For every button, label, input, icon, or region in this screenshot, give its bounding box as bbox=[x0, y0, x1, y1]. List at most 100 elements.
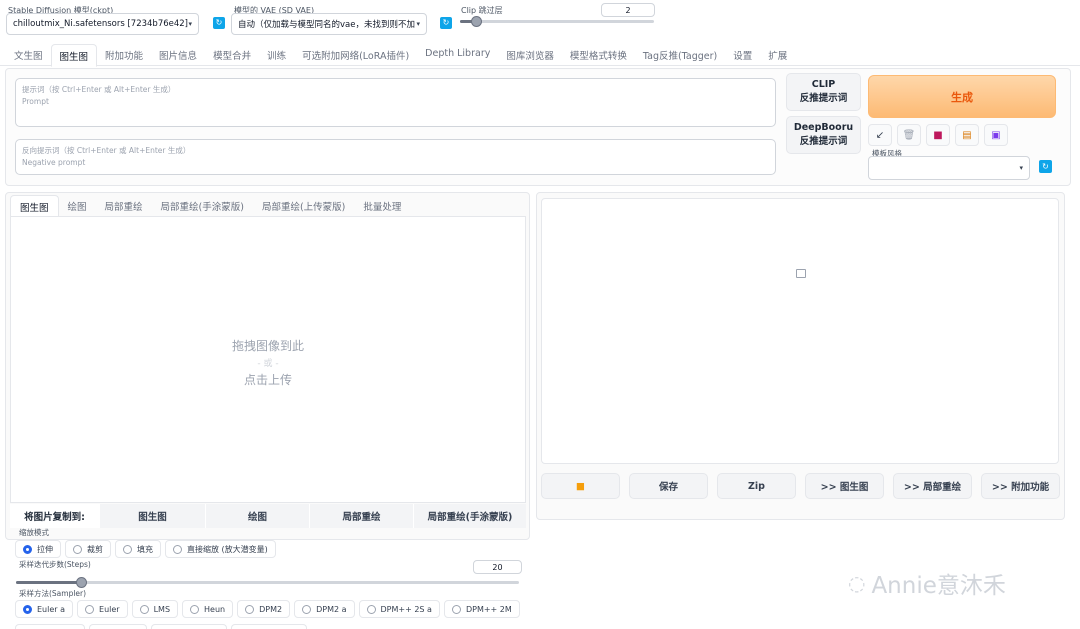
chevron-down-icon: ▾ bbox=[188, 20, 192, 28]
main-tab[interactable]: 可选附加网络(LoRA插件) bbox=[294, 44, 417, 66]
ckpt-value: chilloutmix_Ni.safetensors [7234b76e42] bbox=[13, 19, 188, 29]
clip-skip-slider[interactable] bbox=[460, 16, 654, 27]
send-to-img2img-button[interactable]: >> 图生图 bbox=[805, 473, 884, 499]
save-output-button[interactable]: 保存 bbox=[629, 473, 708, 499]
image-placeholder-icon bbox=[796, 269, 806, 278]
resize-mode-option[interactable]: 填充 bbox=[115, 540, 161, 558]
sampler-option-label: LMS bbox=[153, 604, 171, 614]
main-tab[interactable]: 文生图 bbox=[6, 44, 51, 66]
style-select[interactable]: ▾ bbox=[868, 156, 1030, 180]
main-tab[interactable]: 扩展 bbox=[760, 44, 795, 66]
output-gallery[interactable] bbox=[541, 198, 1059, 464]
radio-icon bbox=[123, 544, 132, 554]
arrow-icon[interactable]: ↙ bbox=[868, 124, 892, 146]
steps-slider[interactable] bbox=[16, 577, 519, 588]
sampler-option-partial[interactable] bbox=[89, 624, 147, 629]
sampler-option-partial[interactable] bbox=[231, 624, 307, 629]
sub-tab[interactable]: 局部重绘 bbox=[96, 195, 152, 217]
resize-mode-option[interactable]: 直接缩放 (放大潜变量) bbox=[165, 540, 276, 558]
generate-button[interactable]: 生成 bbox=[868, 75, 1056, 118]
main-tab[interactable]: 图片信息 bbox=[151, 44, 205, 66]
copy-to-inpaint-button[interactable]: 局部重绘 bbox=[310, 504, 414, 528]
resize-mode-option-label: 裁剪 bbox=[87, 544, 103, 554]
deepbooru-line1: DeepBooru bbox=[793, 122, 854, 133]
steps-label: 采样迭代步数(Steps) bbox=[19, 560, 91, 569]
steps-thumb[interactable] bbox=[76, 577, 87, 588]
zip-button[interactable]: Zip bbox=[717, 473, 796, 499]
prompt-input[interactable]: 提示词（按 Ctrl+Enter 或 Alt+Enter 生成） Prompt bbox=[15, 78, 776, 127]
save-icon[interactable]: ▣ bbox=[984, 124, 1008, 146]
main-tab[interactable]: 附加功能 bbox=[97, 44, 151, 66]
drop-line2: - 或 - bbox=[257, 359, 279, 369]
sampler-option-label: DPM2 a bbox=[316, 604, 347, 614]
send-to-inpaint-button[interactable]: >> 局部重绘 bbox=[893, 473, 972, 499]
clipboard-icon[interactable]: ▤ bbox=[955, 124, 979, 146]
sampler-option[interactable]: DPM2 bbox=[237, 600, 291, 618]
main-tab[interactable]: 设置 bbox=[725, 44, 760, 66]
deepbooru-interrogate-button[interactable]: DeepBooru 反推提示词 bbox=[786, 116, 861, 154]
img2img-sub-tabs: 图生图 绘图 局部重绘 局部重绘(手涂蒙版) 局部重绘(上传蒙版) 批量处理 bbox=[10, 195, 410, 217]
sub-tab[interactable]: 局部重绘(手涂蒙版) bbox=[152, 195, 253, 217]
book-icon[interactable]: ■ bbox=[926, 124, 950, 146]
main-tab[interactable]: 图生图 bbox=[50, 44, 98, 67]
main-tab[interactable]: 图库浏览器 bbox=[498, 44, 562, 66]
steps-input[interactable]: 20 bbox=[473, 560, 522, 574]
copy-to-sketch-button[interactable]: 绘图 bbox=[206, 504, 310, 528]
chevron-down-icon: ▾ bbox=[1019, 164, 1023, 172]
sampler-option[interactable]: Euler bbox=[77, 600, 128, 618]
sampler-option[interactable]: DPM2 a bbox=[294, 600, 355, 618]
chevron-down-icon: ▾ bbox=[416, 20, 420, 28]
sampler-option[interactable]: LMS bbox=[131, 600, 179, 618]
main-tab[interactable]: 模型格式转换 bbox=[562, 44, 635, 66]
sampler-option-label: DPM++ 2M bbox=[465, 604, 512, 614]
resize-mode-option-label: 拉伸 bbox=[37, 544, 53, 554]
sampler-option[interactable]: DPM++ 2M bbox=[443, 600, 520, 618]
sub-tab[interactable]: 批量处理 bbox=[354, 195, 410, 217]
clip-skip-thumb[interactable] bbox=[471, 16, 482, 27]
watermark: ◌ Annie意沐禾 bbox=[848, 566, 1006, 600]
deepbooru-line2: 反推提示词 bbox=[799, 136, 848, 147]
sub-tab[interactable]: 局部重绘(上传蒙版) bbox=[253, 195, 354, 217]
sampler-option[interactable]: Euler a bbox=[15, 600, 74, 618]
radio-icon bbox=[302, 604, 312, 614]
negative-prompt-input[interactable]: 反向提示词（按 Ctrl+Enter 或 Alt+Enter 生成） Negat… bbox=[15, 139, 776, 175]
tool-button-row: ↙ 🗑 ■ ▤ ▣ bbox=[868, 124, 1008, 146]
resize-mode-option[interactable]: 裁剪 bbox=[65, 540, 111, 558]
clip-skip-input[interactable]: 2 bbox=[601, 3, 655, 17]
copy-to-inpaint-sketch-button[interactable]: 局部重绘(手涂蒙版) bbox=[414, 504, 526, 528]
copy-to-label: 将图片复制到: bbox=[10, 504, 100, 528]
radio-icon bbox=[366, 604, 376, 614]
resize-mode-option[interactable]: 拉伸 bbox=[15, 540, 61, 558]
folder-icon[interactable]: ■ bbox=[541, 473, 620, 499]
ckpt-select[interactable]: chilloutmix_Ni.safetensors [7234b76e42] … bbox=[6, 13, 199, 35]
refresh-vae-icon[interactable]: ↻ bbox=[440, 17, 452, 29]
vae-select[interactable]: 自动（仅加载与模型同名的vae，未找到则不加 ▾ bbox=[231, 13, 427, 35]
main-tab[interactable]: Depth Library bbox=[417, 44, 498, 66]
main-tab[interactable]: 模型合并 bbox=[205, 44, 259, 66]
steps-fill bbox=[16, 581, 81, 584]
copy-to-img2img-button[interactable]: 图生图 bbox=[100, 504, 206, 528]
drop-line1: 拖拽图像到此 bbox=[231, 339, 304, 353]
sampler-option-partial[interactable] bbox=[15, 624, 85, 629]
sub-tab[interactable]: 图生图 bbox=[10, 195, 59, 217]
radio-icon bbox=[23, 544, 32, 554]
send-to-extras-button[interactable]: >> 附加功能 bbox=[981, 473, 1060, 499]
sampler-option-partial[interactable] bbox=[151, 624, 227, 629]
image-drop-area[interactable]: 拖拽图像到此 - 或 - 点击上传 bbox=[10, 216, 526, 503]
trash-icon[interactable]: 🗑 bbox=[897, 124, 921, 146]
prompt-placeholder: Prompt bbox=[22, 97, 49, 106]
sub-tab[interactable]: 绘图 bbox=[59, 195, 96, 217]
main-tab[interactable]: Tag反推(Tagger) bbox=[635, 44, 725, 66]
vae-value: 自动（仅加载与模型同名的vae，未找到则不加 bbox=[238, 20, 415, 30]
sampler-option[interactable]: Heun bbox=[182, 600, 234, 618]
drop-line3: 点击上传 bbox=[243, 373, 292, 387]
sampler-option-label: Heun bbox=[204, 604, 226, 614]
refresh-style-icon[interactable]: ↻ bbox=[1039, 160, 1052, 173]
sampler-option-label: Euler a bbox=[37, 604, 66, 614]
refresh-ckpt-icon[interactable]: ↻ bbox=[213, 17, 225, 29]
sampler-option[interactable]: DPM++ 2S a bbox=[358, 600, 440, 618]
clip-interrogate-button[interactable]: CLIP 反推提示词 bbox=[786, 73, 861, 111]
radio-icon bbox=[173, 544, 182, 554]
radio-icon bbox=[85, 604, 95, 614]
main-tab[interactable]: 训练 bbox=[259, 44, 294, 66]
